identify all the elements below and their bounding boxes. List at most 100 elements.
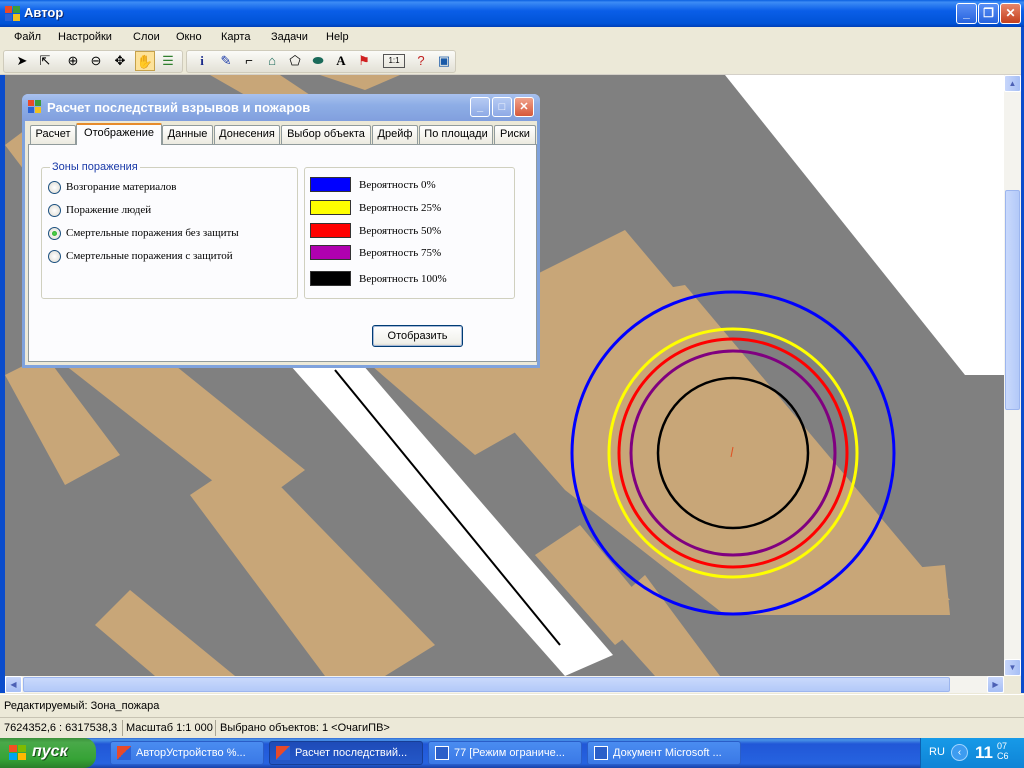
menu-tasks[interactable]: Задачи: [271, 31, 308, 43]
tab-display[interactable]: Отображение: [76, 123, 162, 145]
horizontal-scroll-thumb[interactable]: [23, 677, 950, 692]
select-arrow-icon[interactable]: ⇱: [35, 51, 55, 71]
pin-icon[interactable]: ✎: [216, 51, 236, 71]
probability-legend-box: Вероятность 0% Вероятность 25% Вероятнос…: [304, 167, 515, 299]
radio-circle: [48, 181, 61, 194]
text-icon[interactable]: A: [331, 51, 351, 71]
clock-hours: 11: [975, 743, 993, 762]
menu-bar: Файл Настройки Слои Окно Карта Задачи He…: [0, 27, 1024, 48]
taskbar-item-calc[interactable]: Расчет последствий...: [269, 741, 423, 765]
tab-calc[interactable]: Расчет: [30, 125, 76, 144]
zoom-in-icon[interactable]: ⊕: [63, 51, 83, 71]
menu-file[interactable]: Файл: [14, 31, 41, 43]
language-indicator[interactable]: RU: [929, 746, 945, 758]
arrow-icon[interactable]: ➤: [12, 51, 32, 71]
menu-layers[interactable]: Слои: [133, 31, 160, 43]
ellipse-icon[interactable]: ⬬: [308, 51, 328, 71]
menu-help[interactable]: Help: [326, 31, 349, 43]
app-icon: [5, 6, 20, 21]
scroll-up-button[interactable]: ▲: [1004, 75, 1021, 92]
swatch-probability-75[interactable]: [310, 245, 351, 260]
house-icon[interactable]: ⌂: [262, 51, 282, 71]
dialog-app-icon: [28, 100, 42, 114]
menu-map[interactable]: Карта: [221, 31, 250, 43]
start-button[interactable]: пуск: [0, 738, 96, 768]
pan-arrows-icon[interactable]: ✥: [110, 51, 130, 71]
tab-drift[interactable]: Дрейф: [372, 125, 418, 144]
probability-label: Вероятность 0%: [359, 179, 436, 191]
tray-expand-icon[interactable]: ‹: [951, 744, 968, 761]
taskbar-item-word-document[interactable]: Документ Microsoft ...: [587, 741, 741, 765]
layers-icon[interactable]: ☰: [158, 51, 178, 71]
polygon-icon[interactable]: ⬠: [285, 51, 305, 71]
hand-icon[interactable]: ✋: [135, 51, 155, 71]
status-separator: [215, 720, 216, 736]
horizontal-scrollbar[interactable]: ◀ ▶: [5, 676, 1004, 693]
task-label: Документ Microsoft ...: [613, 747, 722, 759]
windows-flag-icon: [9, 745, 27, 761]
status-separator: [122, 720, 123, 736]
word-icon: [435, 746, 449, 760]
picture-icon[interactable]: ▣: [434, 51, 454, 71]
radio-circle: [48, 227, 61, 240]
zones-groupbox: Зоны поражения Возгорание материалов Пор…: [41, 161, 298, 299]
dialog-maximize-button[interactable]: □: [492, 97, 512, 117]
clock-minutes: 07: [997, 741, 1008, 751]
swatch-probability-25[interactable]: [310, 200, 351, 215]
swatch-probability-0[interactable]: [310, 177, 351, 192]
menu-window[interactable]: Окно: [176, 31, 202, 43]
task-label: АвторУстройство %...: [136, 747, 246, 759]
dialog-minimize-button[interactable]: _: [470, 97, 490, 117]
swatch-probability-50[interactable]: [310, 223, 351, 238]
selected-objects-text: Выбрано объектов: 1 <ОчагиПВ>: [220, 722, 390, 734]
tab-data[interactable]: Данные: [162, 125, 213, 144]
radio-label: Возгорание материалов: [66, 181, 177, 193]
scale-icon[interactable]: 1:1: [383, 54, 405, 68]
flag-icon[interactable]: ⚑: [354, 51, 374, 71]
scroll-down-button[interactable]: ▼: [1004, 659, 1021, 676]
dialog-close-button[interactable]: ✕: [514, 97, 534, 117]
calc-dialog: Расчет последствий взрывов и пожаров _ □…: [22, 94, 540, 368]
coordinates-text: 7624352,6 : 6317538,3: [4, 722, 118, 734]
probability-label: Вероятность 50%: [359, 225, 442, 237]
dialog-titlebar[interactable]: Расчет последствий взрывов и пожаров _ □…: [22, 94, 540, 121]
radio-selected-dot: [52, 231, 57, 236]
question-pointer-icon[interactable]: ?: [411, 51, 431, 71]
probability-label: Вероятность 25%: [359, 202, 442, 214]
radio-label: Смертельные поражения без защиты: [66, 227, 239, 239]
info-icon[interactable]: i: [192, 51, 212, 71]
zoom-out-icon[interactable]: ⊖: [86, 51, 106, 71]
minimize-button[interactable]: _: [956, 3, 977, 24]
status-bar: 7624352,6 : 6317538,3 Масштаб 1:1 000 Вы…: [0, 717, 1024, 738]
tab-risks[interactable]: Риски: [494, 125, 536, 144]
vertical-scrollbar[interactable]: ▲ ▼: [1004, 75, 1021, 676]
editing-layer-text: Редактируемый: Зона_пожара: [4, 700, 160, 712]
app-icon: [276, 746, 290, 760]
task-label: Расчет последствий...: [295, 747, 408, 759]
scale-text: Масштаб 1:1 000: [126, 722, 213, 734]
radio-circle: [48, 204, 61, 217]
taskbar-item-word-restricted[interactable]: 77 [Режим ограниче...: [428, 741, 582, 765]
restore-button[interactable]: ❐: [978, 3, 999, 24]
menu-settings[interactable]: Настройки: [58, 31, 112, 43]
close-button[interactable]: ✕: [1000, 3, 1021, 24]
tab-reports[interactable]: Донесения: [214, 125, 280, 144]
scroll-left-button[interactable]: ◀: [5, 676, 22, 693]
scroll-right-button[interactable]: ▶: [987, 676, 1004, 693]
radio-circle: [48, 250, 61, 263]
clock-day: С6: [997, 751, 1009, 761]
tab-object-select[interactable]: Выбор объекта: [281, 125, 371, 144]
edit-status-bar: Редактируемый: Зона_пожара: [0, 694, 1024, 716]
toolbar: ➤ ⇱ ⊕ ⊖ ✥ ✋ ☰ i ✎ ⌐ ⌂ ⬠ ⬬ A ⚑ 1:1 ? ▣: [0, 48, 1024, 75]
app-icon: [117, 746, 131, 760]
zones-group-label: Зоны поражения: [50, 161, 140, 173]
map-building: [320, 75, 400, 90]
window-title: Автор: [24, 5, 64, 20]
vertical-scroll-thumb[interactable]: [1005, 190, 1020, 410]
line-icon[interactable]: ⌐: [239, 51, 259, 71]
taskbar-item-author[interactable]: АвторУстройство %...: [110, 741, 264, 765]
swatch-probability-100[interactable]: [310, 271, 351, 286]
tab-by-area[interactable]: По площади: [419, 125, 493, 144]
map-building: [95, 590, 235, 676]
show-button[interactable]: Отобразить: [372, 325, 463, 347]
